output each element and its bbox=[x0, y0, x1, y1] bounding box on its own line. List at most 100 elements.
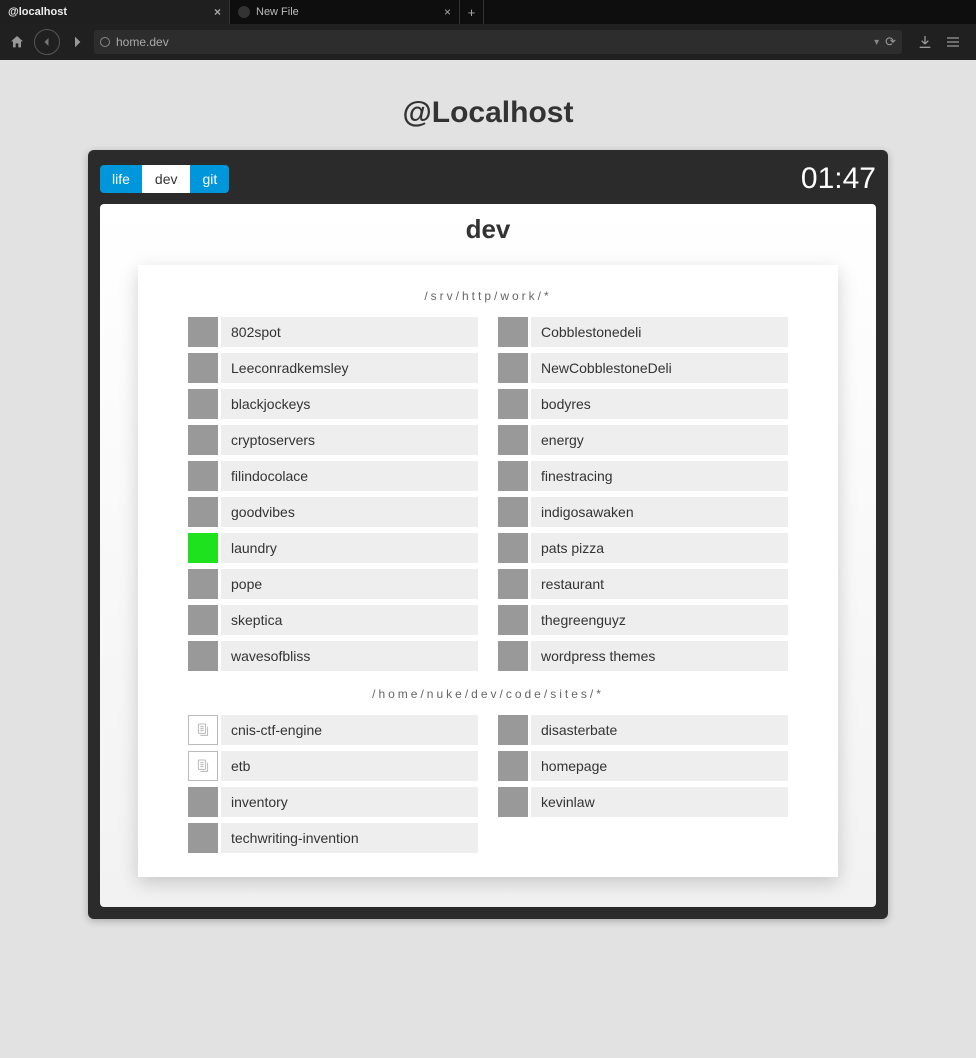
project-item[interactable]: inventory bbox=[188, 787, 478, 817]
project-item[interactable]: techwriting-invention bbox=[188, 823, 478, 853]
app-frame: lifedevgit 01:47 dev /srv/http/work/*802… bbox=[88, 150, 888, 919]
tab-strip: @localhost × New File × + bbox=[0, 0, 976, 24]
menu-icon[interactable] bbox=[944, 33, 962, 51]
project-label: disasterbate bbox=[531, 715, 788, 745]
project-label: techwriting-invention bbox=[221, 823, 478, 853]
project-item[interactable]: blackjockeys bbox=[188, 389, 478, 419]
group-path: /home/nuke/dev/code/sites/* bbox=[188, 687, 788, 701]
project-item[interactable]: disasterbate bbox=[498, 715, 788, 745]
project-label: NewCobblestoneDeli bbox=[531, 353, 788, 383]
nav-bar: home.dev ▾ ⟳ bbox=[0, 24, 976, 60]
nav-tab-git[interactable]: git bbox=[190, 165, 229, 193]
project-label: skeptica bbox=[221, 605, 478, 635]
project-label: homepage bbox=[531, 751, 788, 781]
project-item[interactable]: pats pizza bbox=[498, 533, 788, 563]
project-label: kevinlaw bbox=[531, 787, 788, 817]
status-swatch bbox=[498, 461, 528, 491]
download-icon[interactable] bbox=[916, 33, 934, 51]
project-grid: 802spot Cobblestonedeli Leeconradkemsley Ne… bbox=[188, 317, 788, 671]
project-label: Leeconradkemsley bbox=[221, 353, 478, 383]
tab-title: New File bbox=[256, 6, 299, 18]
project-item[interactable]: pope bbox=[188, 569, 478, 599]
nav-tab-life[interactable]: life bbox=[100, 165, 142, 193]
browser-tab[interactable]: @localhost × bbox=[0, 0, 230, 24]
status-swatch bbox=[498, 787, 528, 817]
reload-icon[interactable]: ⟳ bbox=[885, 34, 896, 50]
site-info-icon bbox=[100, 37, 110, 47]
project-item[interactable]: thegreenguyz bbox=[498, 605, 788, 635]
project-item[interactable]: goodvibes bbox=[188, 497, 478, 527]
section-title: dev bbox=[108, 214, 868, 245]
project-label: indigosawaken bbox=[531, 497, 788, 527]
project-item[interactable]: finestracing bbox=[498, 461, 788, 491]
project-item[interactable]: wordpress themes bbox=[498, 641, 788, 671]
project-item[interactable]: energy bbox=[498, 425, 788, 455]
status-swatch bbox=[498, 353, 528, 383]
project-item[interactable]: Cobblestonedeli bbox=[498, 317, 788, 347]
project-item[interactable]: kevinlaw bbox=[498, 787, 788, 817]
new-tab-button[interactable]: + bbox=[460, 0, 484, 24]
project-item[interactable]: Leeconradkemsley bbox=[188, 353, 478, 383]
forward-button[interactable] bbox=[68, 33, 86, 51]
status-swatch bbox=[188, 461, 218, 491]
project-label: goodvibes bbox=[221, 497, 478, 527]
status-swatch bbox=[188, 533, 218, 563]
project-label: energy bbox=[531, 425, 788, 455]
projects-card: /srv/http/work/*802spotCobblestonedeliLe… bbox=[138, 265, 838, 877]
project-item[interactable]: NewCobblestoneDeli bbox=[498, 353, 788, 383]
home-icon[interactable] bbox=[8, 33, 26, 51]
project-item[interactable]: skeptica bbox=[188, 605, 478, 635]
page-title: @Localhost bbox=[0, 96, 976, 130]
project-item[interactable]: wavesofbliss bbox=[188, 641, 478, 671]
project-item[interactable]: restaurant bbox=[498, 569, 788, 599]
nav-tabs: lifedevgit bbox=[100, 165, 229, 193]
project-item[interactable]: indigosawaken bbox=[498, 497, 788, 527]
project-item[interactable]: etb bbox=[188, 751, 478, 781]
project-item[interactable]: cnis-ctf-engine bbox=[188, 715, 478, 745]
url-text: home.dev bbox=[116, 35, 169, 49]
project-label: pope bbox=[221, 569, 478, 599]
status-swatch bbox=[498, 533, 528, 563]
status-swatch bbox=[188, 823, 218, 853]
status-swatch bbox=[498, 569, 528, 599]
status-swatch bbox=[188, 389, 218, 419]
project-label: inventory bbox=[221, 787, 478, 817]
nav-tab-dev[interactable]: dev bbox=[142, 165, 191, 193]
status-swatch bbox=[188, 425, 218, 455]
status-swatch bbox=[498, 715, 528, 745]
close-icon[interactable]: × bbox=[214, 5, 221, 19]
project-label: restaurant bbox=[531, 569, 788, 599]
project-item[interactable]: laundry bbox=[188, 533, 478, 563]
status-swatch bbox=[188, 569, 218, 599]
url-bar[interactable]: home.dev ▾ ⟳ bbox=[94, 30, 902, 54]
project-label: thegreenguyz bbox=[531, 605, 788, 635]
status-swatch bbox=[498, 641, 528, 671]
project-item[interactable]: bodyres bbox=[498, 389, 788, 419]
browser-tab[interactable]: New File × bbox=[230, 0, 460, 24]
project-label: cnis-ctf-engine bbox=[221, 715, 478, 745]
status-swatch bbox=[188, 497, 218, 527]
project-label: etb bbox=[221, 751, 478, 781]
project-item[interactable]: cryptoservers bbox=[188, 425, 478, 455]
status-swatch bbox=[498, 751, 528, 781]
status-swatch bbox=[188, 317, 218, 347]
project-label: laundry bbox=[221, 533, 478, 563]
close-icon[interactable]: × bbox=[444, 5, 451, 19]
back-button[interactable] bbox=[34, 29, 60, 55]
project-label: filindocolace bbox=[221, 461, 478, 491]
status-swatch bbox=[498, 425, 528, 455]
status-swatch bbox=[188, 787, 218, 817]
status-swatch bbox=[498, 389, 528, 419]
status-swatch bbox=[188, 641, 218, 671]
document-icon bbox=[188, 751, 218, 781]
app-header: lifedevgit 01:47 bbox=[100, 162, 876, 204]
document-icon bbox=[188, 715, 218, 745]
project-label: finestracing bbox=[531, 461, 788, 491]
chevron-down-icon[interactable]: ▾ bbox=[874, 37, 879, 48]
project-label: wordpress themes bbox=[531, 641, 788, 671]
project-item[interactable]: filindocolace bbox=[188, 461, 478, 491]
project-item[interactable]: 802spot bbox=[188, 317, 478, 347]
status-swatch bbox=[498, 497, 528, 527]
project-label: wavesofbliss bbox=[221, 641, 478, 671]
project-item[interactable]: homepage bbox=[498, 751, 788, 781]
